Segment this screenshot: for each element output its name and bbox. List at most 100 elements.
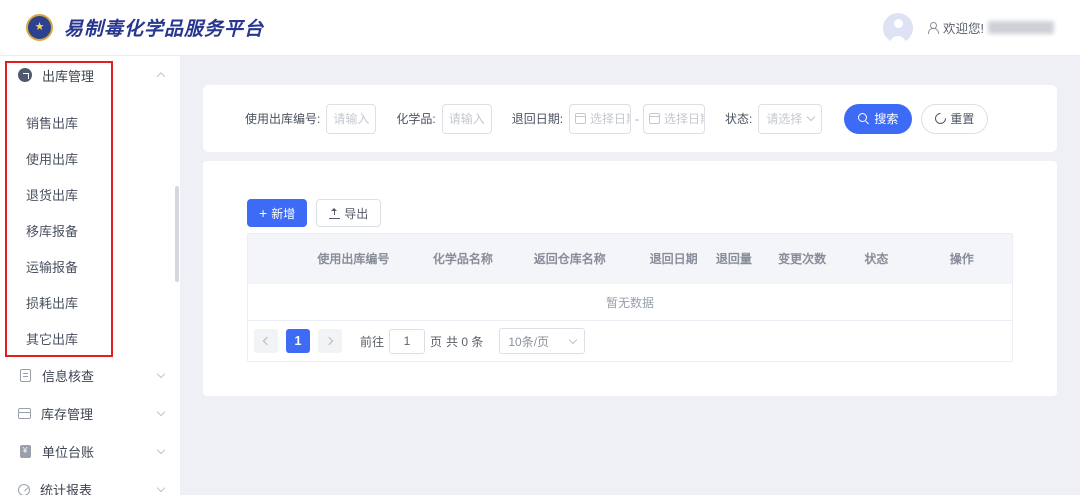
chemical-input[interactable]: [442, 104, 492, 134]
col-status: 状态: [841, 234, 911, 284]
chevron-up-icon: [157, 72, 165, 80]
sidebar-group-info-check[interactable]: 信息核查: [0, 356, 180, 394]
page-size-select[interactable]: 10条/页: [499, 328, 585, 354]
col-return-warehouse: 返回仓库名称: [497, 234, 643, 284]
outbound-submenu: 销售出库 使用出库 退货出库 移库报备 运输报备 损耗出库 其它出库: [0, 94, 180, 356]
brand: ★ 易制毒化学品服务平台: [26, 14, 264, 41]
filter-outbound-no: 使用出库编号:: [245, 104, 376, 134]
outbound-no-input[interactable]: [326, 104, 376, 134]
sidebar-group-label: 信息核查: [42, 366, 158, 385]
col-chemical-name: 化学品名称: [429, 234, 497, 284]
empty-state: 暂无数据: [248, 284, 1012, 321]
main-content: 使用出库编号: 化学品: 退回日期: 选择日期 - 选择日期 状态: 请选择: [180, 56, 1080, 495]
sidebar-group-label: 统计报表: [40, 480, 158, 495]
reset-icon: [933, 111, 949, 127]
date-range-separator: -: [635, 112, 639, 126]
date-end-picker[interactable]: 选择日期: [643, 104, 705, 134]
document-icon: [20, 369, 31, 382]
plus-icon: +: [259, 206, 267, 220]
table-toolbar: + 新增 导出: [247, 199, 1013, 227]
chevron-down-icon: [569, 335, 577, 343]
table-container: 使用出库编号 化学品名称 返回仓库名称 退回日期 退回量 变更次数 状态 操作 …: [247, 233, 1013, 362]
chevron-down-icon: [157, 445, 165, 453]
archive-box-icon: [18, 408, 31, 419]
sidebar-item-return-outbound[interactable]: 退货出库: [0, 176, 180, 212]
police-badge-logo-icon: ★: [26, 14, 53, 41]
next-page-button[interactable]: [318, 329, 342, 353]
goto-suffix-label: 页: [430, 333, 442, 350]
pie-chart-icon: [18, 484, 30, 495]
date-end-placeholder: 选择日期: [664, 110, 705, 127]
col-change-count: 变更次数: [763, 234, 841, 284]
add-button-label: 新增: [271, 205, 295, 222]
chevron-down-icon: [157, 369, 165, 377]
table-card: + 新增 导出 使用出库编号 化学品名称 返回仓库名称: [203, 161, 1057, 396]
chevron-down-icon: [157, 483, 165, 491]
export-icon: [329, 208, 340, 219]
sidebar-item-transport-report[interactable]: 运输报备: [0, 248, 180, 284]
pagination: 1 前往 页 共 0 条 10条/页: [248, 321, 1012, 361]
sidebar-group-outbound-management[interactable]: 出库管理: [0, 56, 180, 94]
calendar-icon: [575, 113, 586, 124]
app-title: 易制毒化学品服务平台: [64, 14, 264, 41]
goto-page-input[interactable]: [389, 329, 425, 354]
search-button-label: 搜索: [874, 110, 898, 127]
user-area[interactable]: 欢迎您!: [883, 13, 1054, 43]
sidebar-group-inventory-management[interactable]: 库存管理: [0, 394, 180, 432]
col-return-qty: 退回量: [705, 234, 763, 284]
current-page-button[interactable]: 1: [286, 329, 310, 353]
return-date-label: 退回日期:: [512, 110, 563, 127]
sidebar-item-sales-outbound[interactable]: 销售出库: [0, 104, 180, 140]
sidebar-item-loss-outbound[interactable]: 损耗出库: [0, 284, 180, 320]
page-size-value: 10条/页: [508, 333, 549, 350]
chemical-label: 化学品:: [396, 110, 435, 127]
data-table: 使用出库编号 化学品名称 返回仓库名称 退回日期 退回量 变更次数 状态 操作: [248, 234, 1012, 284]
sidebar-group-label: 库存管理: [41, 404, 158, 423]
app-header: ★ 易制毒化学品服务平台 欢迎您!: [0, 0, 1080, 56]
date-start-placeholder: 选择日期: [590, 110, 631, 127]
ledger-icon: [20, 445, 31, 458]
chevron-down-icon: [157, 407, 165, 415]
reset-button-label: 重置: [950, 110, 974, 127]
reset-button[interactable]: 重置: [921, 104, 988, 134]
status-select[interactable]: 请选择: [758, 104, 822, 134]
total-count-label: 共 0 条: [446, 333, 483, 350]
goto-label: 前往: [360, 333, 384, 350]
filter-bar: 使用出库编号: 化学品: 退回日期: 选择日期 - 选择日期 状态: 请选择: [203, 85, 1057, 152]
col-return-date: 退回日期: [643, 234, 705, 284]
export-button-label: 导出: [344, 205, 368, 222]
welcome-text: 欢迎您!: [943, 18, 984, 37]
sidebar-group-statistics-report[interactable]: 统计报表: [0, 470, 180, 495]
filter-status: 状态: 请选择: [725, 104, 822, 134]
sidebar-scrollbar[interactable]: [175, 186, 179, 282]
export-button[interactable]: 导出: [316, 199, 381, 227]
sidebar-item-other-outbound[interactable]: 其它出库: [0, 320, 180, 356]
sidebar-group-label: 单位台账: [42, 442, 158, 461]
filter-return-date: 退回日期: 选择日期 - 选择日期: [512, 104, 705, 134]
outbound-no-label: 使用出库编号:: [245, 110, 320, 127]
outbound-arrow-icon: [18, 68, 32, 82]
avatar[interactable]: [883, 13, 913, 43]
sidebar-item-use-outbound[interactable]: 使用出库: [0, 140, 180, 176]
sidebar-group-label: 出库管理: [42, 66, 158, 85]
sidebar-item-transfer-report[interactable]: 移库报备: [0, 212, 180, 248]
calendar-icon: [649, 113, 660, 124]
add-button[interactable]: + 新增: [247, 199, 307, 227]
col-operation: 操作: [912, 234, 1012, 284]
date-start-picker[interactable]: 选择日期: [569, 104, 631, 134]
search-icon: [858, 113, 870, 125]
sidebar-group-unit-ledger[interactable]: 单位台账: [0, 432, 180, 470]
status-label: 状态:: [725, 110, 752, 127]
user-icon: [927, 22, 938, 34]
col-use-outbound-no: 使用出库编号: [278, 234, 429, 284]
col-expand: [248, 234, 278, 284]
table-header-row: 使用出库编号 化学品名称 返回仓库名称 退回日期 退回量 变更次数 状态 操作: [248, 234, 1012, 284]
chevron-right-icon: [325, 337, 333, 345]
username-redacted: [988, 21, 1054, 34]
sidebar: 出库管理 销售出库 使用出库 退货出库 移库报备 运输报备 损耗出库 其它出库 …: [0, 56, 180, 495]
search-button[interactable]: 搜索: [844, 104, 912, 134]
chevron-left-icon: [263, 337, 271, 345]
prev-page-button[interactable]: [254, 329, 278, 353]
filter-chemical: 化学品:: [396, 104, 491, 134]
chevron-down-icon: [807, 113, 815, 121]
